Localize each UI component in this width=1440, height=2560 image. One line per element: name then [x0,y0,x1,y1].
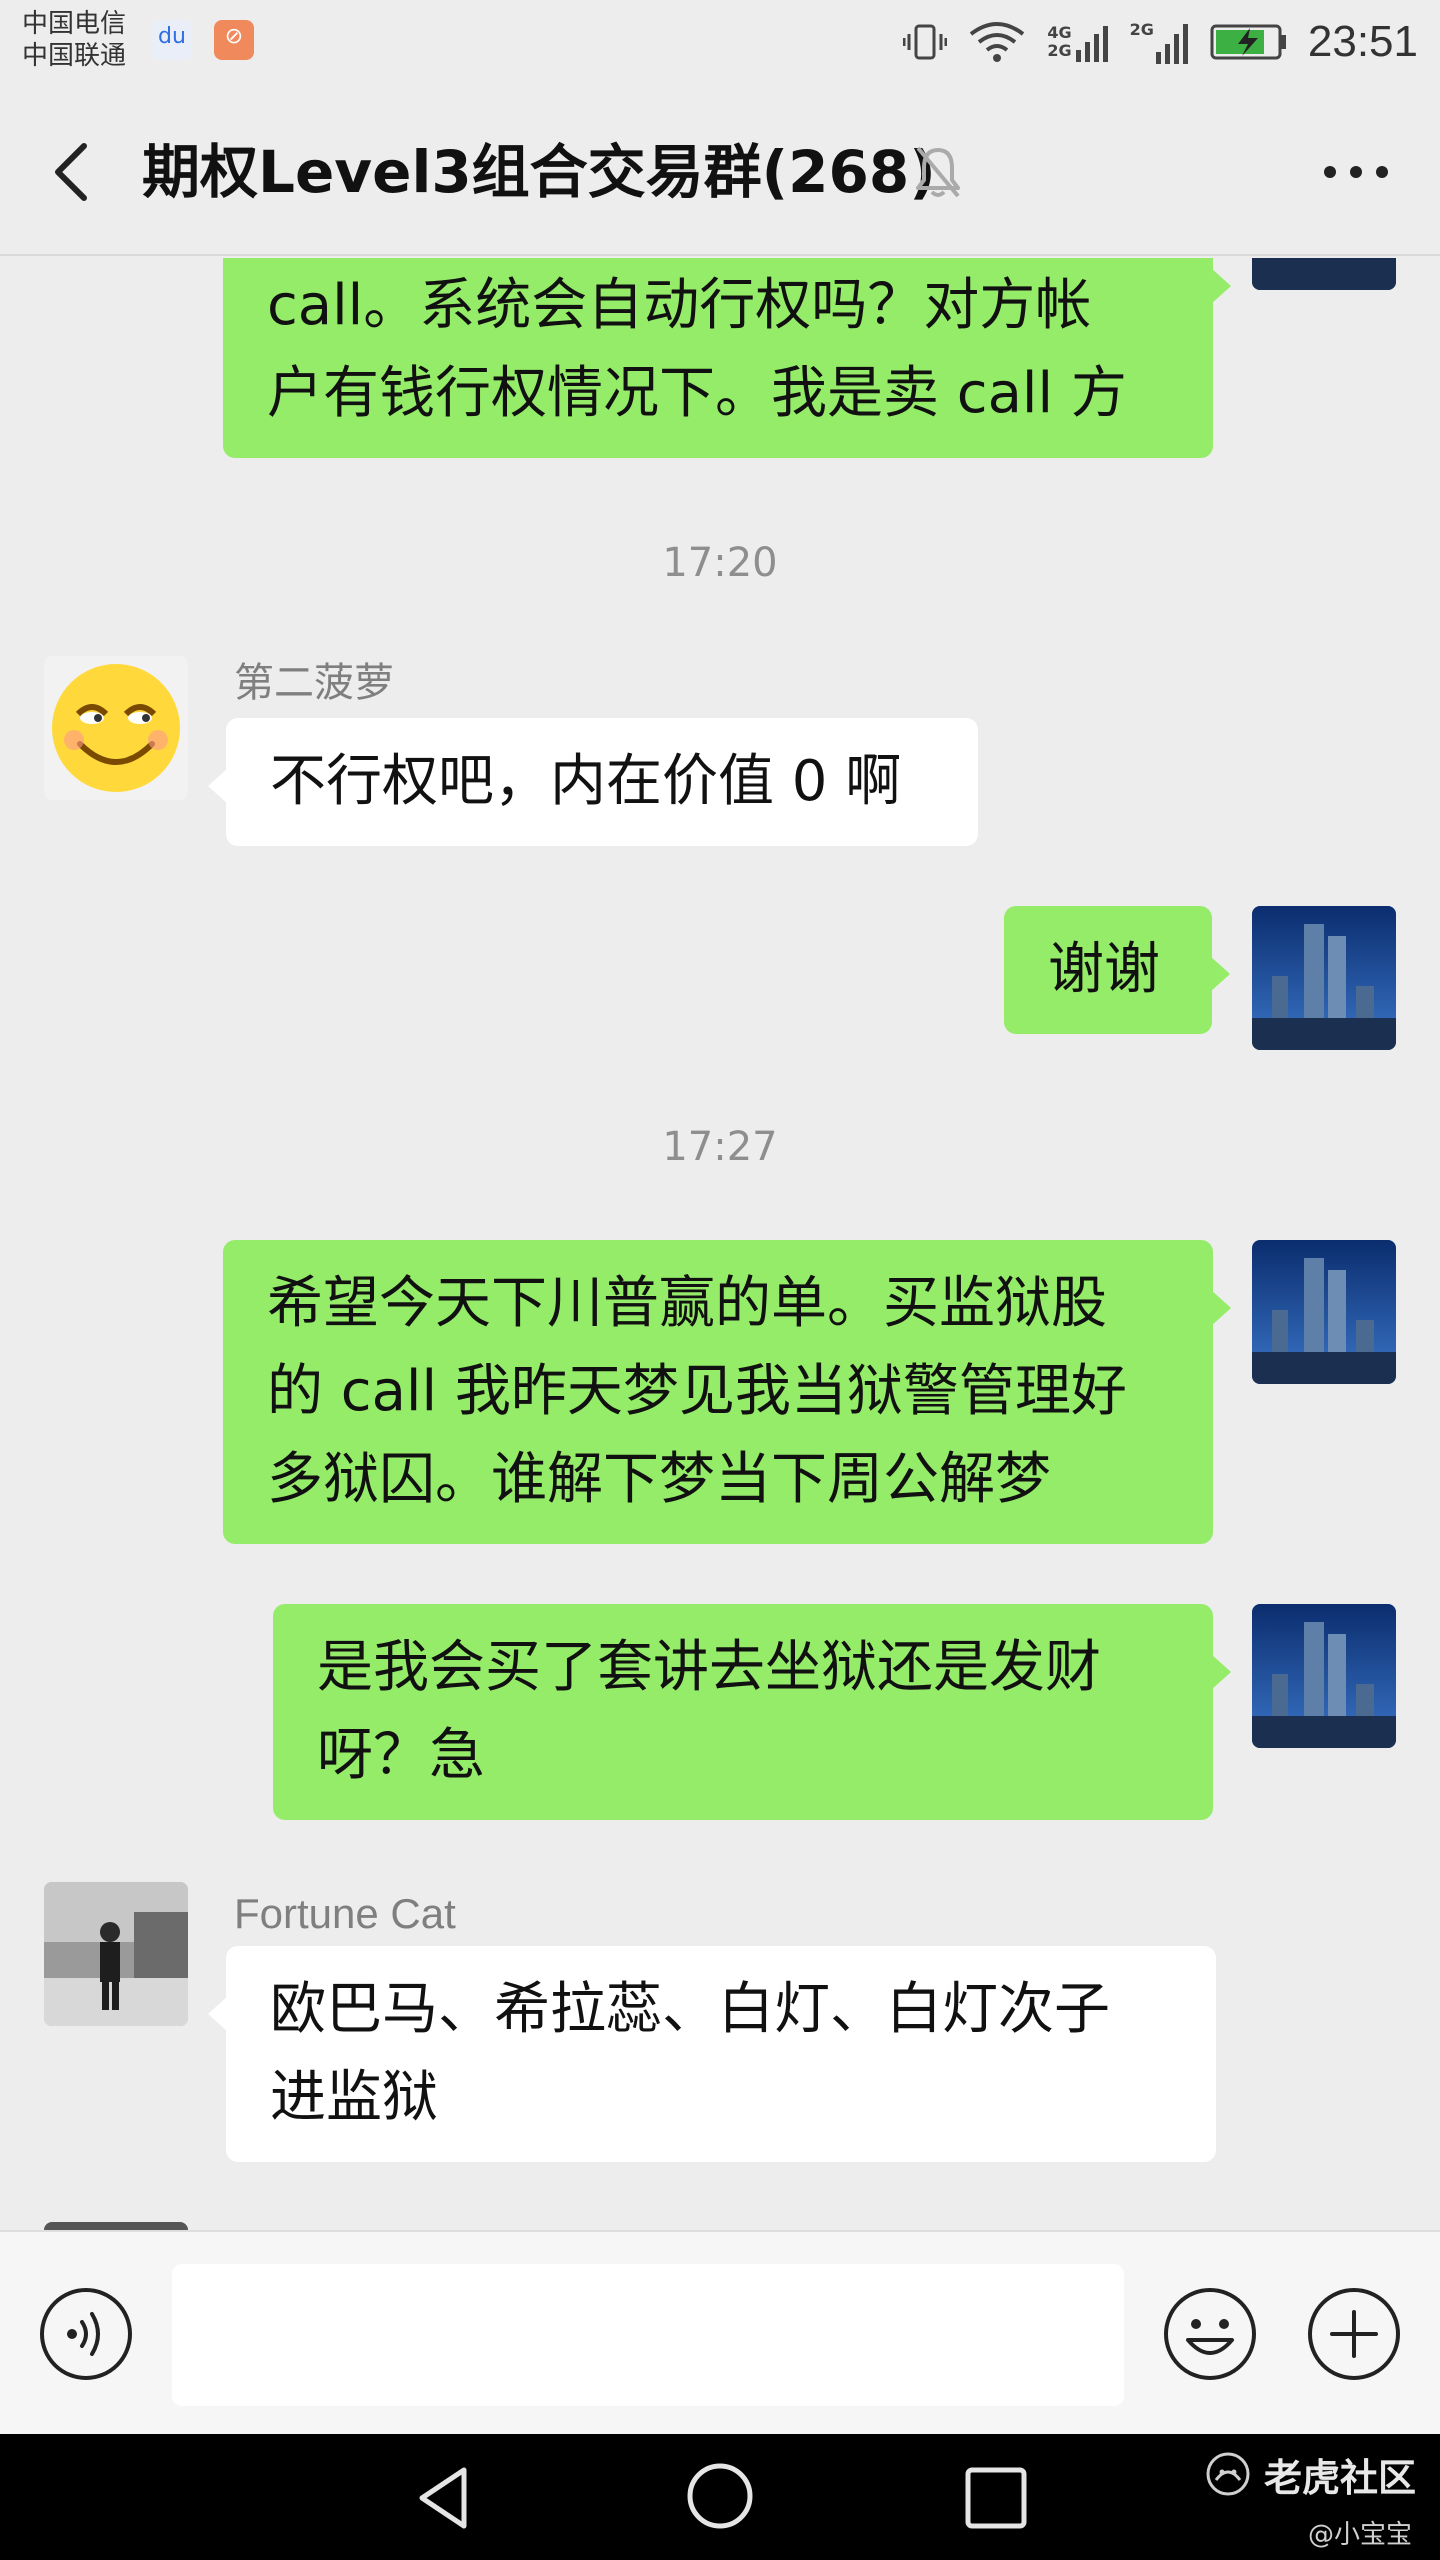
network-label-3: 2G [1129,20,1154,39]
signal-2g: 2G [1130,20,1190,64]
back-button[interactable] [40,132,104,212]
watermark: 老虎社区 [1204,2448,1416,2500]
city-skyline-avatar-icon [1252,1240,1396,1384]
watermark-handle: @小宝宝 [1308,2520,1413,2550]
wifi-icon [970,22,1025,62]
notification-app-icon: ⊘ [214,20,254,60]
clock: 23:51 [1307,17,1418,66]
signal-bars-icon [1075,26,1108,62]
message-timestamp: 17:20 [662,540,778,586]
baidu-app-icon: du [152,20,192,60]
carrier-info: 中国电信 中国联通 [22,8,126,72]
network-label-1: 4G [1047,23,1072,42]
sender-name: 第二菠萝 [234,660,394,706]
carrier-1: 中国电信 [22,9,127,39]
status-bar: 中国电信 中国联通 du ⊘ 4G 2G 2G 23:51 [0,0,1440,88]
signal-4g-2g: 4G 2G [1047,22,1109,62]
chat-title: 期权Level3组合交易群(268) [142,138,936,206]
network-label-2: 2G [1047,41,1072,60]
my-avatar[interactable] [1252,258,1396,290]
message-bubble-mine[interactable]: call。系统会自动行权吗？对方帐 户有钱行权情况下。我是卖 call 方 [223,258,1231,458]
person-photo-avatar-icon [44,1882,188,2026]
city-skyline-avatar-icon [1252,1604,1396,1748]
message-timestamp: 17:27 [662,1124,778,1170]
battery-icon [1210,24,1286,60]
my-avatar[interactable] [1252,1604,1396,1748]
message-bubble-mine[interactable]: 谢谢 [1004,906,1230,1034]
message-input-bar [0,2230,1440,2434]
mute-bell-icon [916,146,960,198]
vibrate-icon [903,24,948,60]
message-bubble-mine[interactable]: 希望今天下川普赢的单。买监狱股 的 call 我昨天梦见我当狱警管理好 多狱囚。… [223,1240,1231,1544]
nav-recent-apps-icon[interactable] [960,2462,1032,2534]
sender-name: Fortune Cat [234,1890,456,1937]
nav-home-icon[interactable] [682,2458,758,2534]
city-skyline-avatar-icon [1252,258,1396,290]
message-text-input[interactable] [172,2264,1124,2406]
my-avatar[interactable] [1252,906,1396,1050]
sender-avatar[interactable] [44,656,188,800]
message-bubble-other[interactable]: 欧巴马、希拉蕊、白灯、白灯次子 进监狱 [208,1946,1216,2162]
nav-back-icon[interactable] [406,2460,482,2536]
smiley-face-avatar-icon [44,656,188,800]
emoji-button[interactable] [1162,2286,1258,2382]
my-avatar[interactable] [1252,1240,1396,1384]
sender-avatar[interactable] [44,2222,188,2230]
city-skyline-avatar-icon [1252,906,1396,1050]
chat-message-list[interactable]: call。系统会自动行权吗？对方帐 户有钱行权情况下。我是卖 call 方 17… [0,258,1440,2230]
watermark-brand: 老虎社区 [1264,2455,1417,2500]
voice-input-button[interactable] [38,2286,134,2382]
carrier-2: 中国联通 [22,41,127,71]
signal-bars-icon-2 [1155,24,1188,64]
title-bar: 期权Level3组合交易群(268) [0,88,1440,256]
system-navigation-bar: 老虎社区 @小宝宝 [0,2434,1440,2560]
add-attachment-button[interactable] [1306,2286,1402,2382]
sender-avatar[interactable] [44,1882,188,2026]
more-options-button[interactable] [1312,136,1400,208]
tiger-logo-icon [1206,2452,1250,2496]
message-bubble-other[interactable]: 不行权吧，内在价值 0 啊 [208,718,978,846]
message-bubble-mine[interactable]: 是我会买了套讲去坐狱还是发财 呀？急 [273,1604,1231,1820]
